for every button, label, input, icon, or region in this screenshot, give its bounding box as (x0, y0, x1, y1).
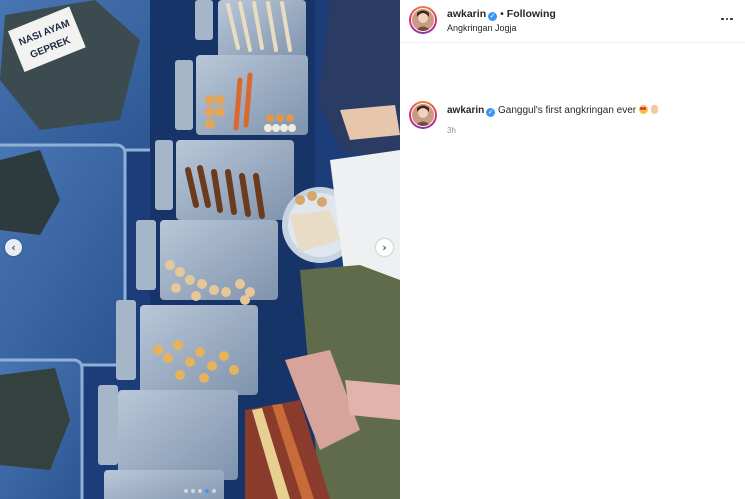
more-options-button[interactable] (719, 12, 735, 26)
carousel-next-button[interactable]: › (376, 239, 393, 256)
chevron-left-icon: ‹ (11, 241, 16, 254)
caption-block: awkarin ✓ Ganggul's first angkringan ever… (400, 43, 745, 135)
carousel-indicator (0, 489, 400, 493)
header-username-line: awkarin ✓ • Following (447, 8, 556, 21)
avatar[interactable] (409, 6, 437, 34)
more-options-icon (721, 17, 724, 21)
post-detail-pane: awkarin ✓ • Following Angkringan Jogja awka… (400, 0, 745, 499)
food-stall-image: NASI AYAM GEPREK (0, 0, 400, 499)
separator: • (500, 8, 504, 20)
verified-badge-icon: ✓ (486, 108, 496, 117)
verified-badge-icon: ✓ (488, 12, 498, 21)
post-timestamp[interactable]: 3h (447, 126, 456, 135)
peace-hand-emoji-icon (650, 105, 658, 114)
post-photo[interactable]: NASI AYAM GEPREK ‹ › (0, 0, 400, 499)
post-header: awkarin ✓ • Following Angkringan Jogja (400, 0, 745, 43)
carousel-dot (198, 489, 202, 493)
carousel-dot (191, 489, 195, 493)
location-link[interactable]: Angkringan Jogja (447, 23, 517, 33)
carousel-dot (184, 489, 188, 493)
caption-avatar[interactable] (409, 101, 437, 129)
carousel-dot (212, 489, 216, 493)
chevron-right-icon: › (382, 241, 387, 254)
caption-text-line: awkarin ✓ Ganggul's first angkringan ever (447, 105, 658, 117)
heart-eyes-emoji-icon (638, 105, 648, 114)
carousel-prev-button[interactable]: ‹ (5, 239, 22, 256)
caption-text: Ganggul's first angkringan ever (498, 105, 637, 116)
caption-username[interactable]: awkarin (447, 105, 484, 116)
username-link[interactable]: awkarin (447, 8, 486, 20)
following-button[interactable]: Following (507, 8, 556, 20)
carousel-dot-active (205, 489, 209, 493)
